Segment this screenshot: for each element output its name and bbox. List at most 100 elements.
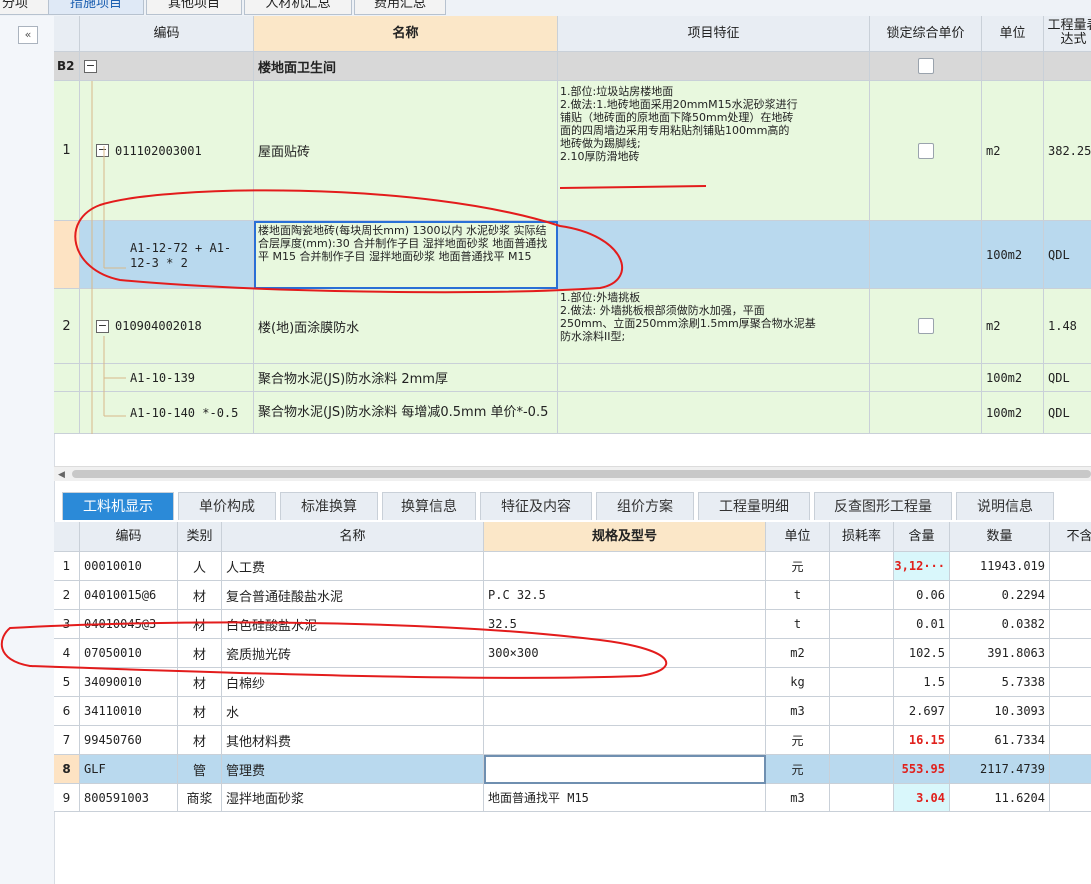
tab-fenxiang[interactable]: 分项 xyxy=(0,0,50,15)
col-header-loss-rate[interactable]: 损耗率 xyxy=(830,522,894,552)
item-code[interactable]: 04010045@3 xyxy=(80,610,178,639)
item-type[interactable]: 商浆 xyxy=(178,784,222,812)
bill-unit[interactable]: m2 xyxy=(982,289,1044,364)
item-unit[interactable]: t xyxy=(766,610,830,639)
quota-name[interactable]: 聚合物水泥(JS)防水涂料 2mm厚 xyxy=(254,364,558,392)
col-header-unit[interactable]: 单位 xyxy=(982,16,1044,52)
item-name[interactable]: 白色硅酸盐水泥 xyxy=(222,610,484,639)
item-name[interactable]: 湿拌地面砂浆 xyxy=(222,784,484,812)
bill-name[interactable]: 屋面贴砖 xyxy=(254,81,558,221)
item-content[interactable]: 0.01 xyxy=(894,610,950,639)
item-loss[interactable] xyxy=(830,581,894,610)
item-spec[interactable] xyxy=(484,552,766,581)
item-unit[interactable]: m3 xyxy=(766,784,830,812)
collapse-panel-button[interactable]: « xyxy=(18,26,38,44)
item-code[interactable]: GLF xyxy=(80,755,178,784)
quota-qty[interactable]: QDL xyxy=(1044,392,1091,434)
item-type[interactable]: 材 xyxy=(178,668,222,697)
quota-name-editor[interactable]: 楼地面陶瓷地砖(每块周长mm) 1300以内 水泥砂浆 实际结合层厚度(mm):… xyxy=(254,221,558,289)
bill-feature[interactable]: 1.部位:垃圾站房楼地面 2.做法:1.地砖地面采用20mmM15水泥砂浆进行 … xyxy=(558,81,870,221)
quota-unit[interactable]: 100m2 xyxy=(982,221,1044,289)
scroll-left-icon[interactable]: ◀ xyxy=(58,470,65,480)
item-loss[interactable] xyxy=(830,610,894,639)
bill-name[interactable]: 楼(地)面涂膜防水 xyxy=(254,289,558,364)
col-header-feature[interactable]: 项目特征 xyxy=(558,16,870,52)
tab-reverse-graphic-quantity[interactable]: 反查图形工程量 xyxy=(814,492,952,520)
item-amount[interactable]: 0.2294 xyxy=(950,581,1050,610)
col-header-lock-price[interactable]: 锁定综合单价 xyxy=(870,16,982,52)
item-amount[interactable]: 10.3093 xyxy=(950,697,1050,726)
tab-labor-material-display[interactable]: 工料机显示 xyxy=(62,492,174,520)
item-name[interactable]: 白棉纱 xyxy=(222,668,484,697)
item-loss[interactable] xyxy=(830,755,894,784)
item-amount[interactable]: 0.0382 xyxy=(950,610,1050,639)
item-type[interactable]: 材 xyxy=(178,726,222,755)
quota-unit[interactable]: 100m2 xyxy=(982,392,1044,434)
bill-feature[interactable]: 1.部位:外墙挑板 2.做法: 外墙挑板根部须做防水加强，平面 250mm、立面… xyxy=(558,289,870,364)
bill-qty[interactable]: 382.25 xyxy=(1044,81,1091,221)
item-type[interactable]: 材 xyxy=(178,639,222,668)
item-spec[interactable]: 地面普通找平 M15 xyxy=(484,784,766,812)
item-type[interactable]: 材 xyxy=(178,697,222,726)
lock-price-checkbox[interactable] xyxy=(917,318,934,334)
item-loss[interactable] xyxy=(830,697,894,726)
col-header-amount[interactable]: 数量 xyxy=(950,522,1050,552)
col-header-name[interactable]: 名称 xyxy=(222,522,484,552)
item-code[interactable]: 04010015@6 xyxy=(80,581,178,610)
item-spec-editor[interactable] xyxy=(484,755,766,784)
item-name[interactable]: 其他材料费 xyxy=(222,726,484,755)
item-type[interactable]: 管 xyxy=(178,755,222,784)
tab-cost-summary[interactable]: 费用汇总 xyxy=(354,0,446,15)
item-loss[interactable] xyxy=(830,668,894,697)
tab-description-info[interactable]: 说明信息 xyxy=(956,492,1054,520)
item-spec[interactable]: P.C 32.5 xyxy=(484,581,766,610)
item-type[interactable]: 材 xyxy=(178,610,222,639)
item-spec[interactable] xyxy=(484,726,766,755)
tab-other-items[interactable]: 其他项目 xyxy=(146,0,242,15)
col-header-code[interactable]: 编码 xyxy=(80,522,178,552)
tab-pricing-scheme[interactable]: 组价方案 xyxy=(596,492,694,520)
tab-features-content[interactable]: 特征及内容 xyxy=(480,492,592,520)
bill-qty[interactable]: 1.48 xyxy=(1044,289,1091,364)
tab-measures[interactable]: 措施项目 xyxy=(48,0,144,15)
col-header-content[interactable]: 含量 xyxy=(894,522,950,552)
quota-qty[interactable]: QDL xyxy=(1044,364,1091,392)
tab-quantity-detail[interactable]: 工程量明细 xyxy=(698,492,810,520)
item-name[interactable]: 管理费 xyxy=(222,755,484,784)
item-amount[interactable]: 11943.019 xyxy=(950,552,1050,581)
item-code[interactable]: 99450760 xyxy=(80,726,178,755)
item-name[interactable]: 复合普通硅酸盐水泥 xyxy=(222,581,484,610)
item-amount[interactable]: 2117.4739 xyxy=(950,755,1050,784)
item-loss[interactable] xyxy=(830,784,894,812)
item-loss[interactable] xyxy=(830,639,894,668)
item-unit[interactable]: 元 xyxy=(766,552,830,581)
tab-labor-material-summary[interactable]: 人材机汇总 xyxy=(244,0,352,15)
item-unit[interactable]: m2 xyxy=(766,639,830,668)
item-code[interactable]: 34110010 xyxy=(80,697,178,726)
item-amount[interactable]: 61.7334 xyxy=(950,726,1050,755)
tab-standard-conversion[interactable]: 标准换算 xyxy=(280,492,378,520)
item-amount[interactable]: 391.8063 xyxy=(950,639,1050,668)
item-unit[interactable]: t xyxy=(766,581,830,610)
col-header-type[interactable]: 类别 xyxy=(178,522,222,552)
item-content[interactable]: 3,12··· xyxy=(894,552,950,581)
item-loss[interactable] xyxy=(830,552,894,581)
item-code[interactable]: 34090010 xyxy=(80,668,178,697)
item-code[interactable]: 00010010 xyxy=(80,552,178,581)
col-header-excl[interactable]: 不含 xyxy=(1050,522,1091,552)
item-name[interactable]: 人工费 xyxy=(222,552,484,581)
item-name[interactable]: 水 xyxy=(222,697,484,726)
quota-name[interactable]: 聚合物水泥(JS)防水涂料 每增减0.5mm 单价*-0.5 xyxy=(254,392,558,434)
quota-unit[interactable]: 100m2 xyxy=(982,364,1044,392)
item-name[interactable]: 瓷质抛光砖 xyxy=(222,639,484,668)
col-header-spec[interactable]: 规格及型号 xyxy=(484,522,766,552)
item-code[interactable]: 800591003 xyxy=(80,784,178,812)
item-spec[interactable]: 300×300 xyxy=(484,639,766,668)
item-content[interactable]: 2.697 xyxy=(894,697,950,726)
horizontal-scrollbar[interactable]: ◀ xyxy=(54,466,1091,481)
scrollbar-thumb[interactable] xyxy=(72,470,1091,478)
item-spec[interactable]: 32.5 xyxy=(484,610,766,639)
item-type[interactable]: 人 xyxy=(178,552,222,581)
item-spec[interactable] xyxy=(484,668,766,697)
item-amount[interactable]: 11.6204 xyxy=(950,784,1050,812)
